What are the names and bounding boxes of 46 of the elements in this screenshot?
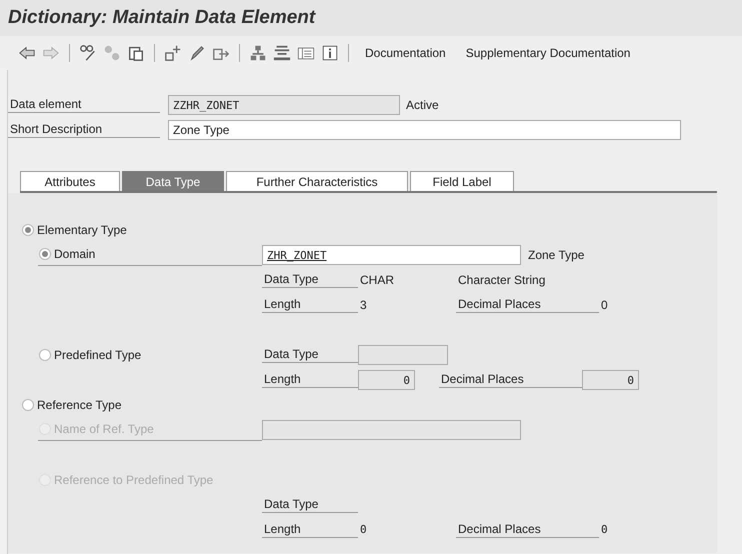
radio-label: Reference Type (37, 398, 122, 412)
tab[interactable]: Attributes (20, 171, 120, 191)
radio-label: Predefined Type (54, 348, 142, 362)
field-label: Decimal Places (456, 296, 599, 313)
status-text: Active (406, 98, 439, 112)
input-field[interactable] (358, 344, 448, 364)
hierarchy-icon[interactable] (249, 44, 267, 62)
input-field[interactable] (262, 420, 521, 440)
radio-label: Domain (54, 247, 96, 261)
input-field[interactable]: 0 (582, 370, 639, 390)
field-label: Data Type (262, 271, 358, 288)
toolbar-button[interactable]: Supplementary Documentation (458, 46, 638, 60)
field-value: 3 (359, 298, 368, 312)
radio-button[interactable] (22, 398, 34, 410)
arrow-left-icon[interactable] (18, 44, 36, 62)
radio-label: Reference to Predefined Type (54, 472, 214, 486)
tab[interactable]: Data Type (122, 171, 224, 191)
radio-button[interactable] (39, 248, 51, 260)
tab[interactable]: Field Label (410, 171, 514, 191)
field-value: CHAR (359, 272, 396, 286)
field-label: Length (262, 296, 358, 313)
domain-description: Zone Type (528, 248, 584, 262)
field-label: Decimal Places (456, 521, 599, 538)
field-label: Length (262, 521, 358, 538)
toolbar-button[interactable]: Documentation (358, 46, 453, 60)
radio-label: Name of Ref. Type (54, 422, 154, 436)
info-icon[interactable] (321, 44, 339, 62)
radio-label: Elementary Type (37, 222, 127, 236)
field-value: 0 (600, 298, 608, 312)
field-label: Data Type (262, 496, 358, 513)
tab[interactable]: Further Characteristics (226, 171, 408, 191)
window-title: Dictionary: Maintain Data Element (8, 7, 316, 29)
input-field[interactable]: ZHR_ZONET (262, 244, 521, 264)
field-value: 0 (359, 523, 368, 536)
align-icon[interactable] (273, 44, 291, 62)
input-field[interactable]: 0 (358, 370, 415, 390)
input-field[interactable]: ZZHR_ZONET (168, 94, 400, 114)
radio-button[interactable] (22, 224, 34, 236)
input-field[interactable]: Zone Type (168, 120, 681, 140)
field-value: 0 (600, 523, 608, 536)
radio-button[interactable] (39, 348, 51, 360)
pencil-icon[interactable] (188, 44, 206, 62)
arrow-right-icon[interactable] (42, 44, 60, 62)
field-label: Data element (8, 96, 160, 113)
field-value: Character String (457, 272, 546, 286)
field-label: Short Description (8, 121, 160, 138)
